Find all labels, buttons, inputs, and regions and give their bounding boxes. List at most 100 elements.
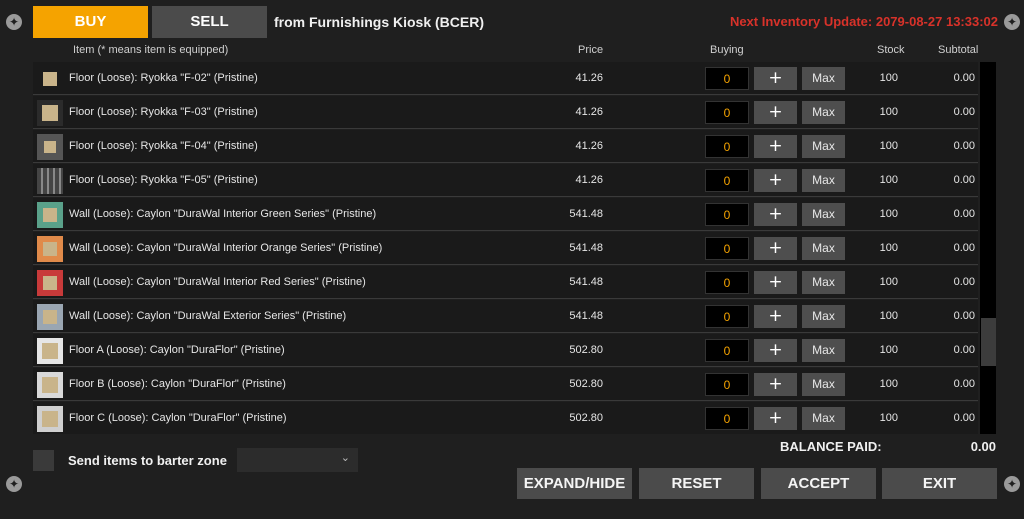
barter-zone-checkbox[interactable] <box>33 450 54 471</box>
item-price: 502.80 <box>569 344 603 356</box>
corner-gear-icon: ✦ <box>6 476 22 492</box>
max-button[interactable]: Max <box>802 373 845 396</box>
table-row: Wall (Loose): Caylon "DuraWal Exterior S… <box>33 300 978 333</box>
column-header-stock: Stock <box>877 44 905 56</box>
balance-label: BALANCE PAID: <box>780 439 882 454</box>
table-row: Floor (Loose): Ryokka "F-05" (Pristine) 4… <box>33 164 978 197</box>
item-price: 41.26 <box>575 72 603 84</box>
increment-button[interactable]: + <box>754 305 797 328</box>
max-button[interactable]: Max <box>802 101 845 124</box>
item-subtotal: 0.00 <box>953 310 975 322</box>
quantity-input[interactable]: 0 <box>705 67 749 90</box>
item-price: 502.80 <box>569 378 603 390</box>
max-button[interactable]: Max <box>802 305 845 328</box>
item-price: 541.48 <box>569 208 603 220</box>
item-price: 41.26 <box>575 140 603 152</box>
quantity-input[interactable]: 0 <box>705 373 749 396</box>
column-header-item: Item (* means item is equipped) <box>73 44 229 56</box>
item-name: Wall (Loose): Caylon "DuraWal Interior R… <box>69 276 366 288</box>
item-thumbnail <box>37 236 63 262</box>
corner-gear-icon: ✦ <box>1004 14 1020 30</box>
item-subtotal: 0.00 <box>953 140 975 152</box>
quantity-input[interactable]: 0 <box>705 339 749 362</box>
expand-hide-button[interactable]: EXPAND/HIDE <box>517 468 632 499</box>
increment-button[interactable]: + <box>754 67 797 90</box>
quantity-input[interactable]: 0 <box>705 135 749 158</box>
increment-button[interactable]: + <box>754 203 797 226</box>
item-subtotal: 0.00 <box>953 344 975 356</box>
max-button[interactable]: Max <box>802 203 845 226</box>
item-stock: 100 <box>879 208 898 220</box>
increment-button[interactable]: + <box>754 373 797 396</box>
increment-button[interactable]: + <box>754 339 797 362</box>
reset-button[interactable]: RESET <box>639 468 754 499</box>
quantity-input[interactable]: 0 <box>705 305 749 328</box>
item-thumbnail <box>37 66 63 92</box>
table-row: Floor C (Loose): Caylon "DuraFlor" (Pris… <box>33 402 978 434</box>
increment-button[interactable]: + <box>754 101 797 124</box>
column-header-subtotal: Subtotal <box>938 44 979 56</box>
increment-button[interactable]: + <box>754 271 797 294</box>
item-stock: 100 <box>879 310 898 322</box>
max-button[interactable]: Max <box>802 169 845 192</box>
corner-gear-icon: ✦ <box>1004 476 1020 492</box>
max-button[interactable]: Max <box>802 271 845 294</box>
item-subtotal: 0.00 <box>953 242 975 254</box>
accept-button[interactable]: ACCEPT <box>761 468 876 499</box>
scrollbar-thumb[interactable] <box>981 318 996 366</box>
item-subtotal: 0.00 <box>953 106 975 118</box>
increment-button[interactable]: + <box>754 169 797 192</box>
item-stock: 100 <box>879 276 898 288</box>
table-row: Wall (Loose): Caylon "DuraWal Interior G… <box>33 198 978 231</box>
item-stock: 100 <box>879 378 898 390</box>
inventory-update-timer: Next Inventory Update: 2079-08-27 13:33:… <box>729 14 998 29</box>
quantity-input[interactable]: 0 <box>705 169 749 192</box>
increment-button[interactable]: + <box>754 237 797 260</box>
corner-gear-icon: ✦ <box>6 14 22 30</box>
quantity-input[interactable]: 0 <box>705 101 749 124</box>
item-name: Wall (Loose): Caylon "DuraWal Interior G… <box>69 208 377 220</box>
max-button[interactable]: Max <box>802 237 845 260</box>
tab-sell[interactable]: SELL <box>152 6 267 38</box>
item-price: 41.26 <box>575 106 603 118</box>
item-name: Wall (Loose): Caylon "DuraWal Exterior S… <box>69 310 347 322</box>
item-stock: 100 <box>879 106 898 118</box>
item-stock: 100 <box>879 174 898 186</box>
quantity-input[interactable]: 0 <box>705 271 749 294</box>
max-button[interactable]: Max <box>802 339 845 362</box>
item-stock: 100 <box>879 242 898 254</box>
quantity-input[interactable]: 0 <box>705 407 749 430</box>
item-table: Floor (Loose): Ryokka "F-02" (Pristine) 4… <box>33 62 978 434</box>
scrollbar-track[interactable] <box>980 62 996 434</box>
table-row: Wall (Loose): Caylon "DuraWal Interior R… <box>33 266 978 299</box>
table-row: Floor B (Loose): Caylon "DuraFlor" (Pris… <box>33 368 978 401</box>
exit-button[interactable]: EXIT <box>882 468 997 499</box>
item-stock: 100 <box>879 344 898 356</box>
item-name: Floor C (Loose): Caylon "DuraFlor" (Pris… <box>69 412 287 424</box>
item-price: 41.26 <box>575 174 603 186</box>
max-button[interactable]: Max <box>802 407 845 430</box>
increment-button[interactable]: + <box>754 135 797 158</box>
item-thumbnail <box>37 406 63 432</box>
item-thumbnail <box>37 100 63 126</box>
item-name: Floor A (Loose): Caylon "DuraFlor" (Pris… <box>69 344 285 356</box>
column-header-buying: Buying <box>710 44 744 56</box>
barter-zone-dropdown[interactable]: ⌄ <box>237 448 358 472</box>
barter-zone-label: Send items to barter zone <box>68 453 227 468</box>
kiosk-title: from Furnishings Kiosk (BCER) <box>274 14 485 30</box>
item-thumbnail <box>37 202 63 228</box>
table-row: Floor (Loose): Ryokka "F-02" (Pristine) 4… <box>33 62 978 95</box>
quantity-input[interactable]: 0 <box>705 237 749 260</box>
item-name: Floor (Loose): Ryokka "F-03" (Pristine) <box>69 106 258 118</box>
table-row: Floor (Loose): Ryokka "F-03" (Pristine) 4… <box>33 96 978 129</box>
item-name: Wall (Loose): Caylon "DuraWal Interior O… <box>69 242 383 254</box>
table-row: Wall (Loose): Caylon "DuraWal Interior O… <box>33 232 978 265</box>
max-button[interactable]: Max <box>802 67 845 90</box>
increment-button[interactable]: + <box>754 407 797 430</box>
tab-buy[interactable]: BUY <box>33 6 148 38</box>
max-button[interactable]: Max <box>802 135 845 158</box>
quantity-input[interactable]: 0 <box>705 203 749 226</box>
item-stock: 100 <box>879 72 898 84</box>
item-thumbnail <box>37 168 63 194</box>
item-subtotal: 0.00 <box>953 276 975 288</box>
